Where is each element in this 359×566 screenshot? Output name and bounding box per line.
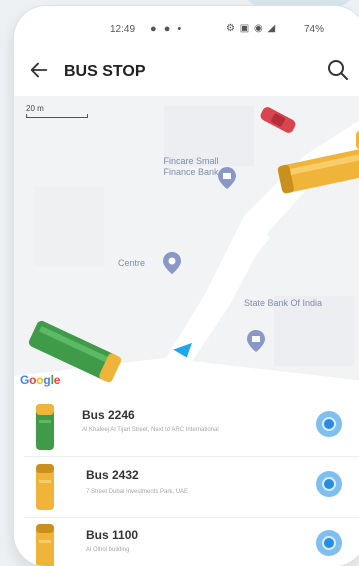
locate-button[interactable]	[316, 530, 342, 556]
bus-name: Bus 1100	[86, 528, 139, 542]
map-scale-bar	[26, 114, 88, 118]
status-bar: 12:49 ● ● • ⚙ ▣ ◉ ◢ 74%	[14, 6, 359, 46]
map-scale-label: 20 m	[26, 104, 44, 113]
system-icons: ⚙ ▣ ◉ ◢	[226, 23, 277, 34]
back-arrow-icon[interactable]	[28, 59, 50, 81]
map-label-fincare: Fincare Small Finance Bank	[163, 156, 219, 177]
locate-button[interactable]	[316, 411, 342, 437]
page-title: BUS STOP	[64, 63, 146, 80]
list-item[interactable]: Bus 1100 Al Olhol building	[14, 520, 359, 566]
divider	[24, 517, 359, 518]
locate-button[interactable]	[316, 471, 342, 497]
notification-icons: ● ● •	[150, 23, 184, 35]
bus-address: Al Olhol building	[86, 547, 130, 553]
bus-name: Bus 2246	[82, 408, 135, 422]
status-time: 12:49	[110, 24, 136, 35]
bus-address: Al Khaleej Al Tijari Street, Next to ARC…	[82, 427, 219, 433]
google-logo: Google	[20, 373, 61, 387]
map-block	[34, 186, 104, 266]
locate-icon	[322, 536, 336, 550]
map-label-centre: Centre	[118, 258, 146, 268]
app-bar: BUS STOP	[14, 50, 359, 96]
battery-level: 74%	[304, 24, 325, 35]
bus-icon	[36, 404, 54, 450]
pin-icon[interactable]	[163, 252, 181, 274]
bus-icon	[36, 464, 54, 510]
phone-frame: 12:49 ● ● • ⚙ ▣ ◉ ◢ 74% BUS STOP 20 m Fi…	[14, 6, 359, 566]
bus-list: Bus 2246 Al Khaleej Al Tijari Street, Ne…	[14, 396, 359, 566]
list-item[interactable]: Bus 2246 Al Khaleej Al Tijari Street, Ne…	[14, 398, 359, 458]
map-label-sbi: State Bank Of India	[244, 298, 323, 308]
map-canvas	[14, 106, 359, 396]
list-item[interactable]: Bus 2432 7 Street Dubai Investments Park…	[14, 458, 359, 518]
bank-pin-icon[interactable]	[247, 330, 265, 352]
bus-name: Bus 2432	[86, 468, 139, 482]
bus-icon	[36, 524, 54, 566]
car-icon	[260, 107, 296, 133]
map-view[interactable]: 20 m Fincare Small Finance Bank Centre S…	[14, 96, 359, 396]
locate-icon	[322, 417, 336, 431]
bus-address: 7 Street Dubai Investments Park, UAE	[86, 489, 189, 495]
locate-icon	[322, 477, 336, 491]
search-icon[interactable]	[326, 58, 350, 82]
divider	[24, 456, 359, 457]
